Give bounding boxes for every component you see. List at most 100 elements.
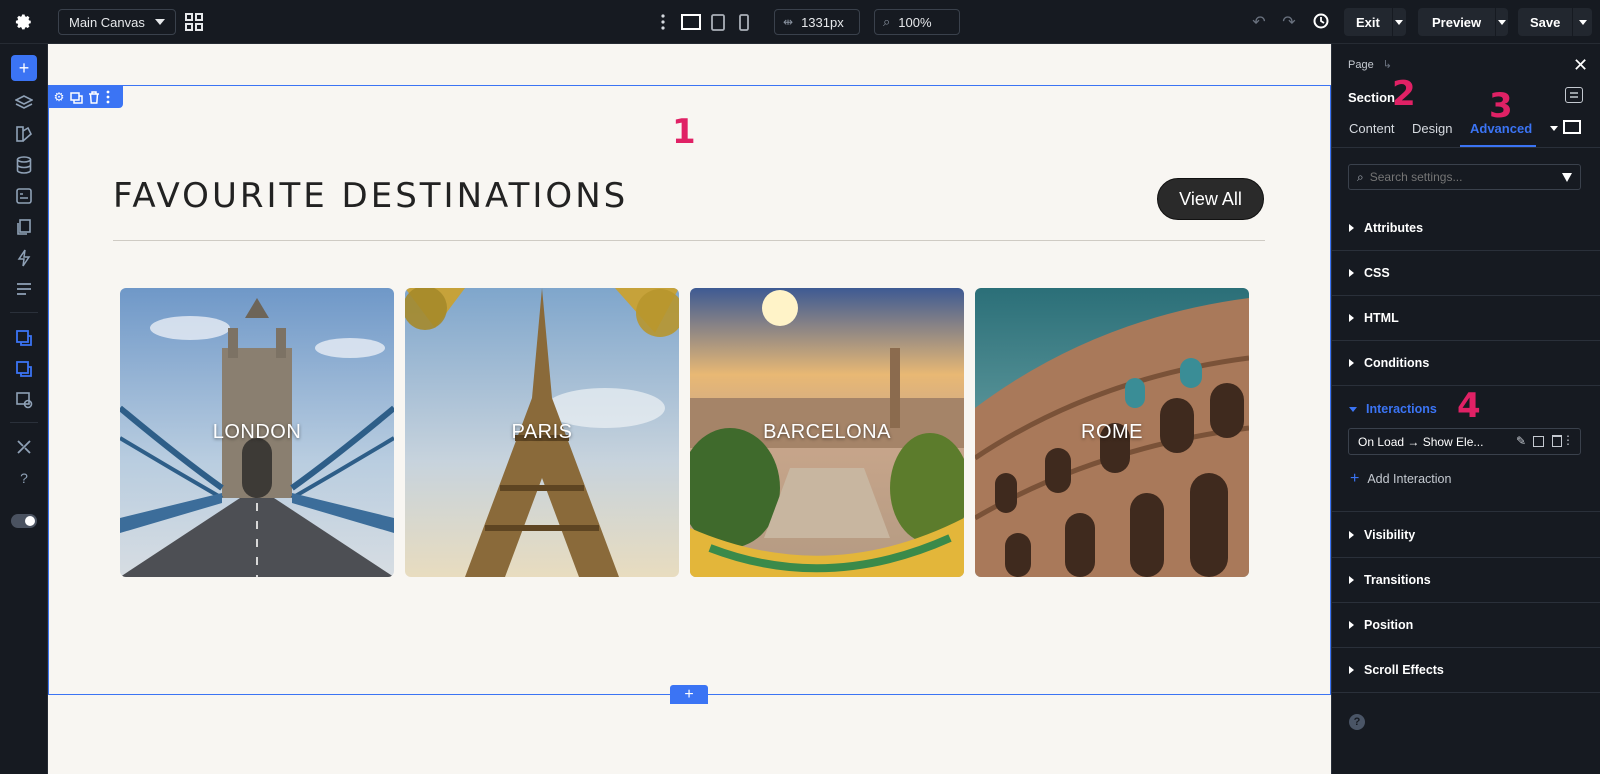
add-section-button[interactable]: + — [670, 685, 708, 704]
tab-design[interactable]: Design — [1412, 121, 1452, 136]
breadcrumb-arrow-icon: ↳ — [1382, 59, 1392, 71]
close-icon[interactable]: ✕ — [1573, 55, 1588, 76]
redo-icon[interactable]: ↷ — [1280, 12, 1298, 32]
zoom-field[interactable]: ⌕ 100% — [874, 9, 960, 35]
breadcrumb-page[interactable]: Page — [1348, 59, 1374, 71]
annotation-marker-3: 3 — [1489, 86, 1513, 126]
element-settings-icon[interactable]: ⚙ — [52, 90, 66, 104]
add-interaction-label: Add Interaction — [1367, 472, 1452, 486]
breadcrumb[interactable]: Page ↳ — [1348, 58, 1392, 71]
save-dropdown-icon[interactable] — [1572, 8, 1592, 36]
section-label: Transitions — [1364, 573, 1431, 587]
database-icon[interactable] — [12, 153, 36, 177]
preview-page-icon[interactable] — [12, 388, 36, 412]
layers-icon[interactable] — [12, 91, 36, 115]
section-label: Position — [1364, 618, 1414, 632]
desktop-view-icon[interactable] — [680, 12, 702, 32]
element-options-icon[interactable] — [1565, 87, 1583, 103]
section-css[interactable]: CSS — [1332, 251, 1600, 296]
more-vertical-icon[interactable] — [658, 12, 668, 32]
section-label: Scroll Effects — [1364, 663, 1444, 677]
components-icon[interactable] — [12, 184, 36, 208]
section-visibility[interactable]: Visibility — [1332, 513, 1600, 558]
card-label-barcelona: BARCELONA — [763, 421, 891, 443]
section-label: Attributes — [1364, 221, 1424, 235]
save-label: Save — [1530, 14, 1561, 30]
edit-icon[interactable]: ✎ — [1516, 434, 1526, 448]
list-icon[interactable] — [12, 277, 36, 301]
section-heading[interactable]: FAVOURITE DESTINATIONS — [113, 176, 628, 216]
expand-arrow-icon — [1349, 314, 1354, 322]
sidebar-divider — [10, 422, 38, 423]
section-position[interactable]: Position — [1332, 603, 1600, 648]
duplicate-icon[interactable] — [1533, 436, 1544, 447]
save-button[interactable]: Save — [1518, 8, 1592, 36]
more-icon[interactable]: ⋮ — [1562, 433, 1574, 447]
zoom-value: 100% — [898, 14, 932, 30]
settings-search[interactable]: ⌕ — [1348, 164, 1581, 190]
tabs-divider — [1332, 147, 1600, 148]
tools-icon[interactable] — [12, 435, 36, 459]
pages-icon[interactable] — [12, 215, 36, 239]
tab-content[interactable]: Content — [1349, 121, 1395, 136]
section-transitions[interactable]: Transitions — [1332, 558, 1600, 603]
destination-card-paris[interactable]: PARIS — [405, 288, 679, 577]
interactions-header[interactable]: Interactions — [1349, 402, 1437, 416]
interaction-item[interactable]: On Load → Show Ele... ✎ ⋮ — [1348, 428, 1581, 455]
history-clock-icon[interactable] — [1311, 11, 1331, 31]
undo-icon[interactable]: ↶ — [1250, 12, 1268, 32]
tablet-view-icon[interactable] — [710, 12, 726, 32]
collapse-arrow-icon — [1349, 406, 1357, 412]
templates-icon[interactable] — [12, 326, 36, 350]
element-duplicate-icon[interactable] — [70, 91, 84, 104]
breakpoint-dropdown-icon[interactable] — [1550, 126, 1558, 131]
exit-dropdown-icon[interactable] — [1391, 8, 1406, 36]
width-arrows-icon: ⇹ — [783, 15, 794, 29]
search-input[interactable] — [1369, 170, 1550, 184]
settings-panel: Page ↳ ✕ Section 2 Content Design Advanc… — [1331, 44, 1600, 774]
saved-templates-icon[interactable] — [12, 357, 36, 381]
moon-icon — [25, 516, 35, 526]
preview-dropdown-icon[interactable] — [1495, 8, 1508, 36]
styles-icon[interactable] — [12, 122, 36, 146]
delete-icon[interactable] — [1552, 435, 1562, 447]
canvas-width-field[interactable]: ⇹ 1331px — [774, 9, 860, 35]
section-html[interactable]: HTML — [1332, 296, 1600, 341]
annotation-marker-1: 1 — [672, 112, 696, 152]
exit-button[interactable]: Exit — [1344, 8, 1406, 36]
interaction-item-label: On Load → Show Ele... — [1358, 434, 1484, 449]
view-all-button[interactable]: View All — [1157, 178, 1264, 220]
interactions-bolt-icon[interactable] — [12, 246, 36, 270]
add-element-icon[interactable]: + — [11, 55, 37, 81]
destination-card-barcelona[interactable]: BARCELONA — [690, 288, 964, 577]
dark-mode-toggle[interactable] — [11, 514, 37, 528]
section-scroll-effects[interactable]: Scroll Effects — [1332, 648, 1600, 693]
top-toolbar: Main Canvas ⇹ 1331px ⌕ 100% ↶ ↷ Exit Pre… — [0, 0, 1600, 44]
annotation-marker-2: 2 — [1392, 74, 1416, 114]
section-label: Visibility — [1364, 528, 1416, 542]
expand-arrow-icon — [1349, 576, 1354, 584]
settings-gear-icon[interactable] — [13, 11, 35, 33]
section-interactions: Interactions 4 On Load → Show Ele... ✎ ⋮… — [1332, 386, 1600, 512]
card-label-london: LONDON — [212, 421, 302, 443]
filter-icon[interactable] — [1562, 173, 1572, 182]
grid-view-icon[interactable] — [184, 12, 204, 32]
section-conditions[interactable]: Conditions — [1332, 341, 1600, 386]
destination-card-rome[interactable]: ROME — [975, 288, 1249, 577]
expand-arrow-icon — [1349, 224, 1354, 232]
section-attributes[interactable]: Attributes — [1332, 206, 1600, 251]
expand-arrow-icon — [1349, 666, 1354, 674]
mobile-view-icon[interactable] — [737, 12, 751, 32]
element-more-icon[interactable] — [106, 90, 112, 104]
breakpoint-desktop-icon[interactable] — [1563, 120, 1581, 134]
destination-card-london[interactable]: LONDON — [120, 288, 394, 577]
help-icon[interactable]: ? — [12, 466, 36, 490]
search-icon: ⌕ — [1357, 169, 1364, 184]
preview-button[interactable]: Preview — [1418, 8, 1508, 36]
section-label: CSS — [1364, 266, 1390, 280]
help-circle-icon[interactable]: ? — [1349, 714, 1365, 730]
element-delete-icon[interactable] — [88, 90, 102, 104]
add-interaction-button[interactable]: + Add Interaction — [1350, 470, 1451, 488]
canvas-select[interactable]: Main Canvas — [58, 9, 176, 35]
main-canvas: ⚙ 1 FAVOURITE DESTINATIONS View All LOND… — [48, 44, 1331, 774]
